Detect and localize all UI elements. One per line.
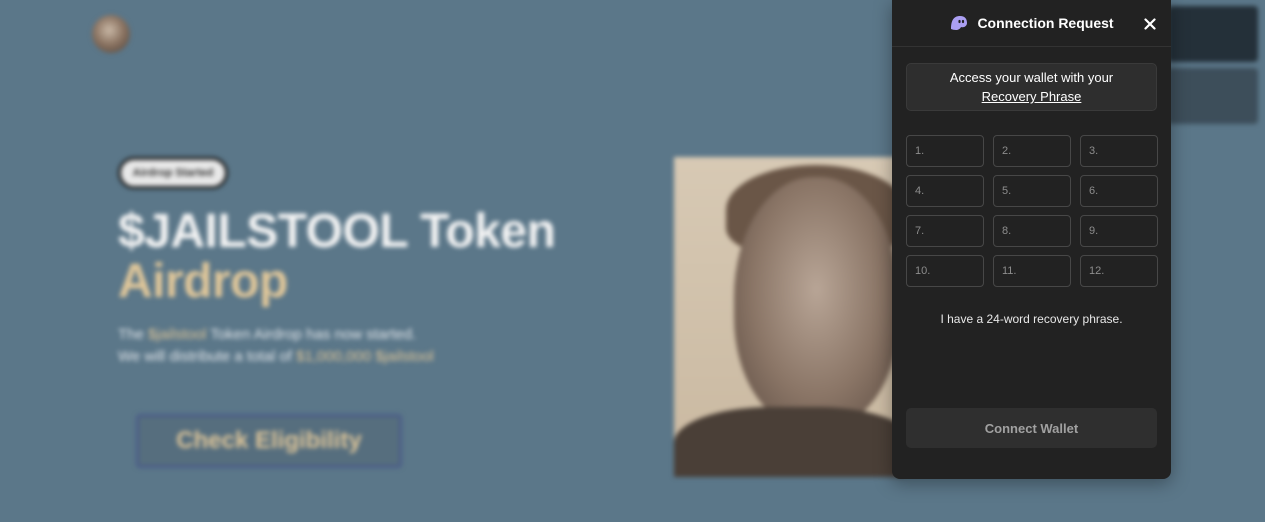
info-text: Access your wallet with your	[949, 70, 1114, 85]
word-input-9[interactable]	[1080, 215, 1158, 247]
word-input-6[interactable]	[1080, 175, 1158, 207]
recovery-phrase-grid	[906, 135, 1158, 287]
page-title: $JAILSTOOL Token Airdrop	[118, 205, 556, 308]
check-eligibility-button: Check Eligibility	[136, 414, 402, 468]
word-input-12[interactable]	[1080, 255, 1158, 287]
recovery-info-box: Access your wallet with your Recovery Ph…	[906, 63, 1157, 111]
close-icon[interactable]	[1142, 16, 1158, 32]
hero-photo	[674, 157, 904, 477]
connection-request-modal: Connection Request Access your wallet wi…	[892, 0, 1171, 479]
modal-header: Connection Request	[892, 0, 1171, 47]
desc-text: We will distribute a total of	[118, 348, 297, 365]
page-description: The $jailstool Token Airdrop has now sta…	[118, 324, 434, 368]
status-badge: Airdrop Started	[118, 157, 228, 189]
word-input-1[interactable]	[906, 135, 984, 167]
desc-amount: $1,000,000	[296, 348, 372, 365]
recovery-phrase-link[interactable]: Recovery Phrase	[982, 87, 1082, 106]
word-input-5[interactable]	[993, 175, 1071, 207]
modal-title: Connection Request	[977, 15, 1114, 31]
desc-text: Token Airdrop has now started.	[206, 326, 417, 343]
page-title-line2: Airdrop	[118, 255, 288, 308]
desc-token: $jailstool	[371, 348, 434, 365]
word-input-11[interactable]	[993, 255, 1071, 287]
word-input-7[interactable]	[906, 215, 984, 247]
word-input-3[interactable]	[1080, 135, 1158, 167]
photo-shoulders	[674, 407, 904, 477]
word-input-4[interactable]	[906, 175, 984, 207]
desc-token: $jailstool	[148, 326, 207, 343]
ghost-icon	[949, 13, 969, 33]
24-word-phrase-link[interactable]: I have a 24-word recovery phrase.	[892, 312, 1171, 326]
avatar	[92, 15, 130, 53]
word-input-8[interactable]	[993, 215, 1071, 247]
word-input-10[interactable]	[906, 255, 984, 287]
desc-text: The	[118, 326, 149, 343]
word-input-2[interactable]	[993, 135, 1071, 167]
page-title-line1: $JAILSTOOL Token	[118, 205, 556, 258]
photo-head	[734, 177, 899, 427]
background-card	[1168, 68, 1258, 124]
background-card	[1168, 6, 1258, 62]
connect-wallet-button[interactable]: Connect Wallet	[906, 408, 1157, 448]
